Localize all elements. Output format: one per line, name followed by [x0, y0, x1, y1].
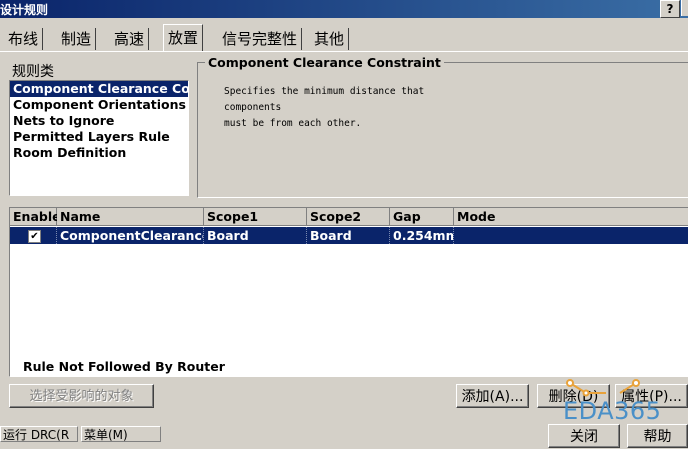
rule-class-item[interactable]: Component Orientations Ru [10, 97, 188, 113]
column-header-mode[interactable]: Mode [454, 208, 688, 226]
close-caption-button[interactable] [681, 0, 688, 16]
rules-grid[interactable]: Enable Name Scope1 Scope2 Gap Mode ✔ Com… [9, 207, 688, 377]
run-drc-button[interactable]: 运行 DRC(R [0, 426, 78, 442]
rule-class-list[interactable]: Component Clearance Cons Component Orien… [9, 80, 189, 196]
enable-cell[interactable]: ✔ [10, 227, 57, 244]
help-caption-button[interactable]: ? [660, 0, 680, 18]
description-text: Specifies the minimum distance that comp… [224, 86, 425, 129]
title-bar: 设计规则 ? [0, 0, 688, 18]
column-header-scope2[interactable]: Scope2 [307, 208, 390, 226]
mode-cell[interactable] [454, 227, 688, 244]
tab-strip: 布线 制造 高速 放置 信号完整性 其他 [0, 22, 688, 52]
rule-class-label: 规则类 [12, 64, 54, 80]
column-header-name[interactable]: Name [57, 208, 204, 226]
rule-class-item[interactable]: Permitted Layers Rule [10, 129, 188, 145]
eda365-watermark: EDA365 [563, 397, 662, 425]
add-button[interactable]: 添加(A)... [456, 384, 529, 408]
tab-placement[interactable]: 放置 [163, 24, 204, 51]
tab-routing[interactable]: 布线 [4, 28, 44, 50]
gap-cell[interactable]: 0.254mm [390, 227, 454, 244]
rule-class-item[interactable]: Room Definition [10, 145, 188, 161]
column-header-gap[interactable]: Gap [390, 208, 454, 226]
description-title: Component Clearance Constraint [205, 55, 444, 70]
router-note: Rule Not Followed By Router [23, 359, 225, 374]
tab-signal-integrity[interactable]: 信号完整性 [218, 28, 303, 50]
rule-class-item[interactable]: Nets to Ignore [10, 113, 188, 129]
window-title: 设计规则 [0, 3, 49, 17]
column-header-scope1[interactable]: Scope1 [204, 208, 307, 226]
tab-high-speed[interactable]: 高速 [110, 28, 150, 50]
column-header-enable[interactable]: Enable [10, 208, 61, 226]
bottom-bar: 运行 DRC(R 菜单(M) [0, 426, 688, 442]
tab-manufacturing[interactable]: 制造 [57, 28, 97, 50]
table-row[interactable]: ✔ ComponentClearance Board Board 0.254mm [10, 227, 688, 244]
rule-class-item[interactable]: Component Clearance Cons [10, 81, 188, 97]
tab-other[interactable]: 其他 [310, 28, 350, 50]
select-affected-button[interactable]: 选择受影响的对象 [9, 384, 154, 408]
menu-button[interactable]: 菜单(M) [81, 426, 161, 442]
enable-checkbox[interactable]: ✔ [28, 230, 41, 243]
name-cell[interactable]: ComponentClearance [57, 227, 204, 244]
scope1-cell[interactable]: Board [204, 227, 307, 244]
scope2-cell[interactable]: Board [307, 227, 390, 244]
tab-divider [0, 51, 688, 52]
